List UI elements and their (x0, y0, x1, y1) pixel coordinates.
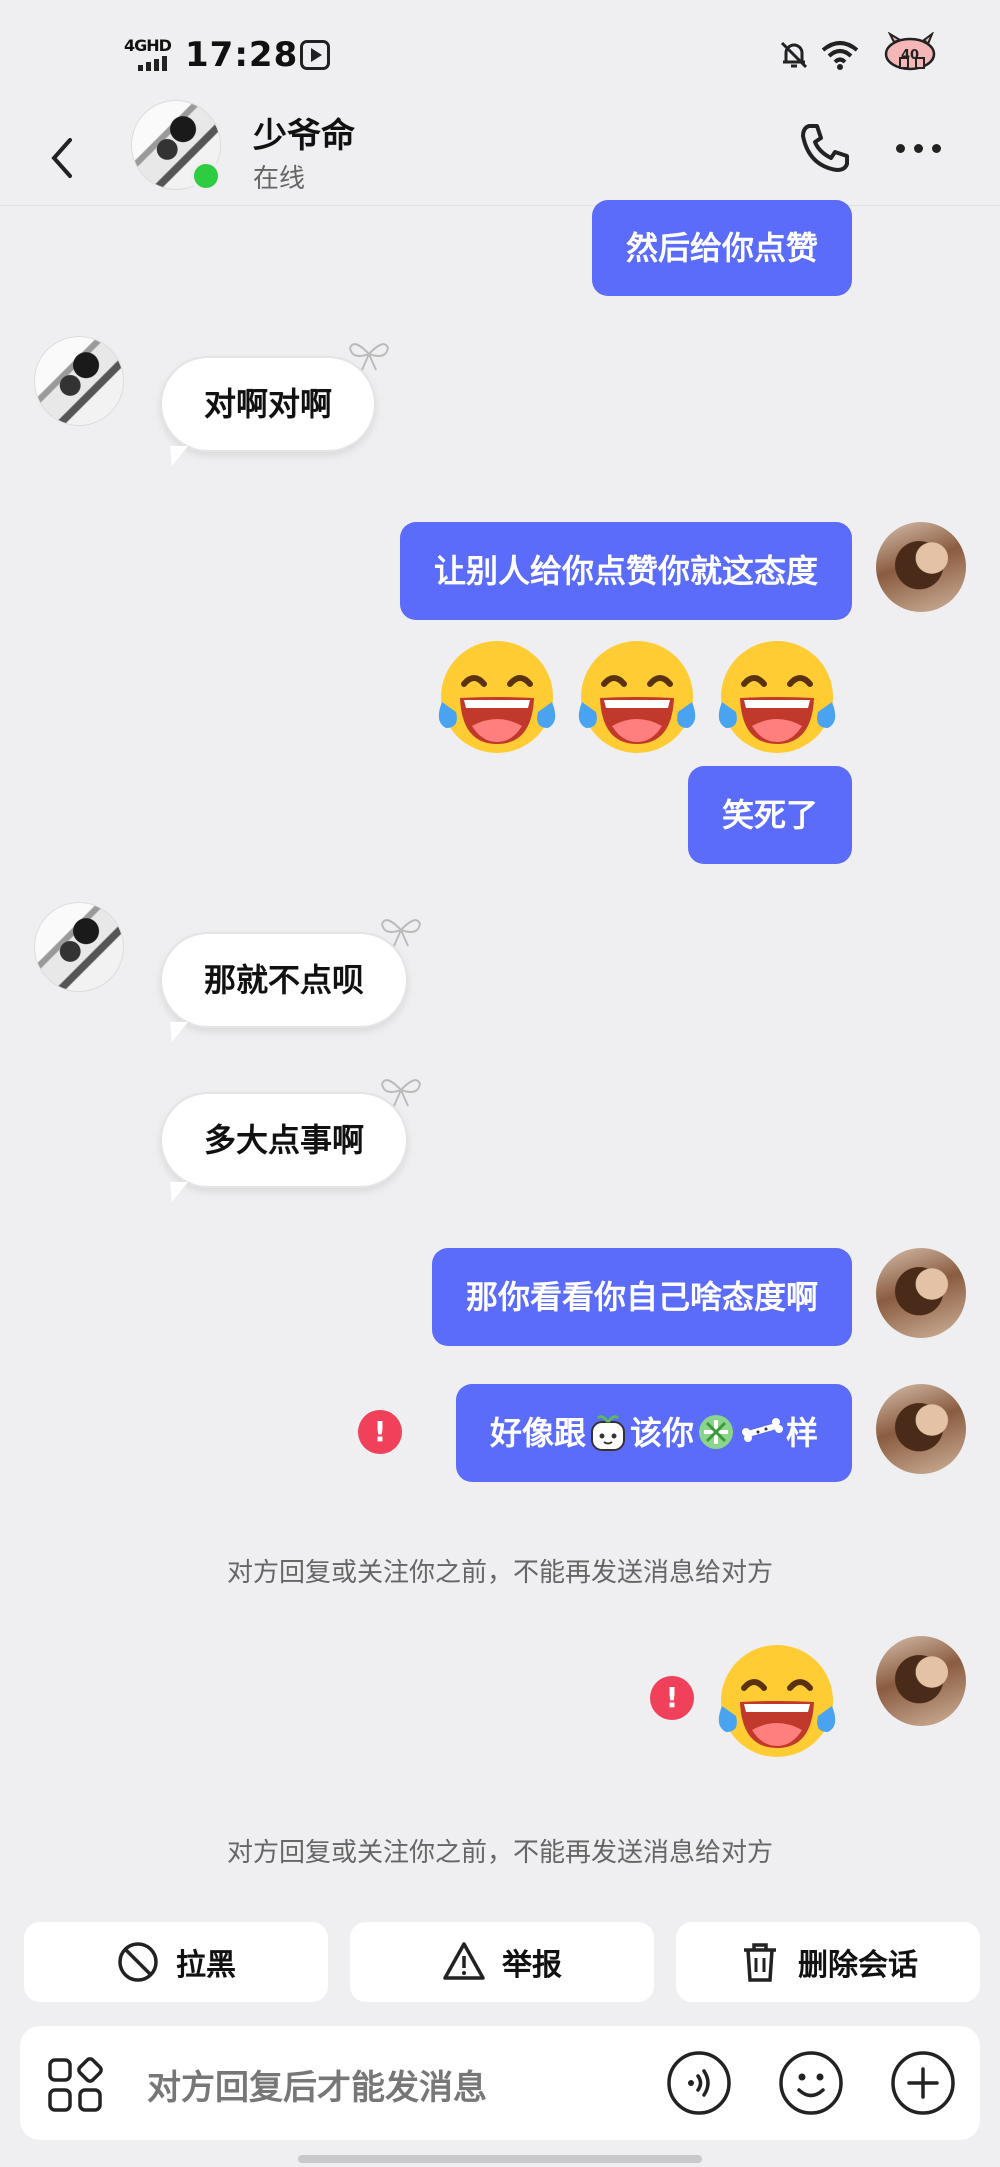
home-indicator[interactable] (298, 2155, 702, 2163)
laughing-crying-emoji[interactable] (572, 632, 702, 762)
bell-off-icon (780, 41, 808, 69)
back-arrow-icon[interactable] (40, 128, 84, 188)
my-avatar[interactable] (876, 1248, 966, 1338)
message-bubble-me[interactable]: 笑死了 (687, 766, 852, 864)
network-type: 4GHD (124, 36, 172, 55)
media-play-icon (300, 40, 330, 70)
smiley-icon[interactable] (777, 2049, 845, 2117)
contact-avatar[interactable] (34, 902, 124, 992)
laughing-crying-emoji[interactable] (432, 632, 562, 762)
signal-icon (138, 56, 167, 71)
online-indicator (190, 160, 222, 192)
phone-icon[interactable] (795, 118, 855, 178)
laughing-crying-emoji[interactable] (712, 632, 842, 762)
clover-emoji (698, 1415, 733, 1449)
report-button[interactable]: 举报 (350, 1922, 654, 2002)
sprout-face-emoji (590, 1415, 625, 1451)
bow-decoration-icon (380, 1079, 422, 1107)
message-text: 多大点事啊 (204, 1121, 365, 1159)
contact-name[interactable]: 少爷命 (253, 108, 355, 157)
apps-grid-icon[interactable] (46, 2056, 104, 2114)
bubble-tail (170, 446, 188, 466)
wifi-icon (821, 41, 859, 70)
ban-icon (118, 1942, 158, 1982)
system-notice: 对方回复或关注你之前，不能再发送消息给对方 (226, 1558, 773, 1588)
delete-label: 删除会话 (798, 1948, 918, 1983)
message-bubble-me[interactable]: 然后给你点赞 (591, 200, 852, 296)
plus-icon[interactable] (889, 2049, 957, 2117)
message-bubble-contact[interactable]: 对啊对啊 (162, 343, 390, 466)
warning-icon (443, 1942, 485, 1980)
message-text: 对啊对啊 (204, 385, 333, 423)
message-text: 样 (785, 1414, 818, 1452)
message-input[interactable]: 对方回复后才能发消息 (147, 2060, 487, 2109)
message-input-bar: 对方回复后才能发消息 (20, 2026, 980, 2140)
bow-decoration-icon (348, 343, 390, 371)
bone-emoji (741, 1418, 783, 1442)
message-bubble-me[interactable]: 好像跟 该你 样 (455, 1384, 852, 1482)
battery-level: 40 (901, 48, 919, 63)
my-avatar[interactable] (876, 1636, 966, 1726)
report-label: 举报 (502, 1948, 562, 1983)
my-avatar[interactable] (876, 1384, 966, 1474)
message-text: 那就不点呗 (204, 961, 365, 999)
message-bubble-contact[interactable]: 那就不点呗 (162, 919, 422, 1042)
bubble-tail (170, 1022, 188, 1042)
message-bubble-contact[interactable]: 多大点事啊 (162, 1079, 422, 1202)
voice-icon[interactable] (665, 2049, 733, 2117)
message-bubble-me[interactable]: 让别人给你点赞你就这态度 (399, 522, 852, 620)
message-text: 该你 (629, 1414, 694, 1452)
battery-pig-icon: 40 (884, 32, 936, 71)
contact-status: 在线 (253, 164, 306, 194)
send-failed-icon[interactable]: ! (358, 1410, 402, 1454)
message-text: 好像跟 (489, 1414, 586, 1452)
status-time: 17:28 (185, 35, 299, 75)
message-bubble-me[interactable]: 那你看看你自己啥态度啊 (431, 1248, 852, 1346)
system-notice: 对方回复或关注你之前，不能再发送消息给对方 (226, 1838, 773, 1868)
block-label: 拉黑 (176, 1948, 236, 1983)
send-failed-icon[interactable]: ! (650, 1676, 694, 1720)
laughing-crying-emoji[interactable] (712, 1636, 842, 1766)
delete-conversation-button[interactable]: 删除会话 (676, 1922, 980, 2002)
more-icon[interactable] (896, 128, 956, 168)
contact-avatar[interactable] (34, 336, 124, 426)
bow-decoration-icon (380, 919, 422, 947)
my-avatar[interactable] (876, 522, 966, 612)
status-bar: 4GHD 17:28 40 (0, 0, 1000, 110)
block-button[interactable]: 拉黑 (24, 1922, 328, 2002)
bubble-tail (170, 1182, 188, 1202)
trash-icon (744, 1943, 776, 1982)
